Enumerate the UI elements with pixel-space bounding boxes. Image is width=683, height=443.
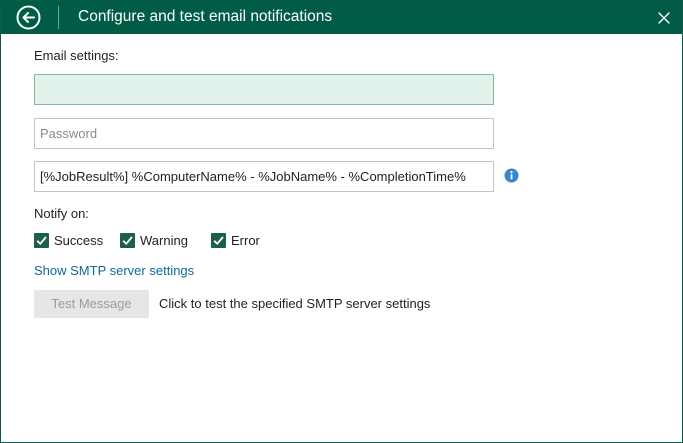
show-smtp-settings-link[interactable]: Show SMTP server settings [34,263,194,278]
title-separator [58,6,59,29]
back-button[interactable] [16,5,41,30]
test-hint-text: Click to test the specified SMTP server … [159,296,431,311]
checkbox-checked-icon [211,233,226,248]
password-field[interactable] [34,118,494,149]
close-button[interactable] [656,10,672,26]
error-checkbox-label: Error [231,233,260,248]
warning-checkbox-label: Warning [140,233,188,248]
title-bar: Configure and test email notifications [1,1,682,34]
test-message-button[interactable]: Test Message [34,290,149,318]
email-settings-label: Email settings: [34,48,119,63]
checkbox-checked-icon [120,233,135,248]
success-checkbox-label: Success [54,233,104,248]
email-field[interactable] [34,74,494,105]
subject-field[interactable] [34,161,494,192]
email-notifications-dialog: Configure and test email notifications E… [0,0,683,443]
info-icon[interactable] [504,168,519,183]
back-arrow-circle-icon [16,5,41,30]
notify-on-label: Notify on: [34,206,89,221]
close-icon [658,12,670,24]
window-title: Configure and test email notifications [78,8,333,25]
checkbox-checked-icon [34,233,49,248]
